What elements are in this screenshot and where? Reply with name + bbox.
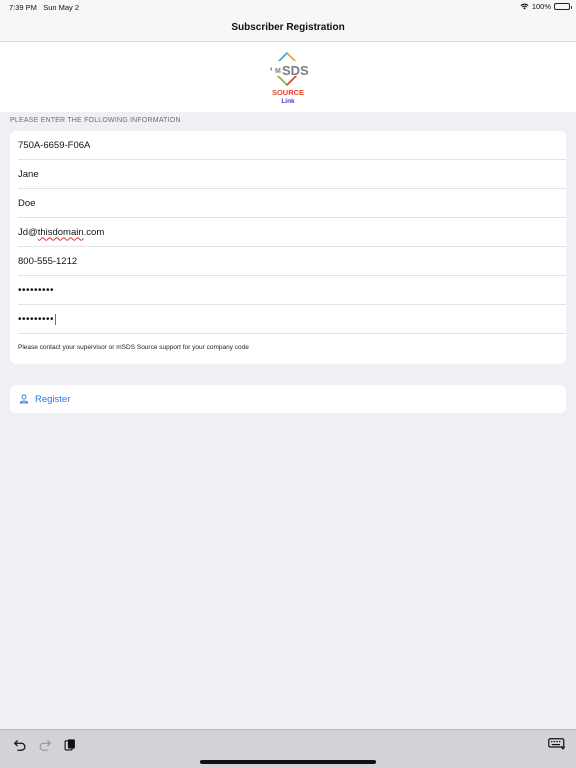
logo-m: M bbox=[275, 68, 281, 75]
page-title: Subscriber Registration bbox=[231, 22, 345, 33]
home-indicator bbox=[200, 760, 376, 764]
confirm-password-field[interactable]: ••••••••• bbox=[18, 305, 566, 334]
status-bar: 7:39 PM Sun May 2 100% bbox=[0, 0, 576, 14]
keyboard-dismiss-icon[interactable] bbox=[548, 737, 566, 751]
battery-percent: 100% bbox=[531, 2, 551, 11]
last-name-field[interactable]: Doe bbox=[18, 189, 566, 218]
logo-link: Link bbox=[281, 98, 295, 105]
paste-icon[interactable] bbox=[63, 738, 77, 752]
status-time: 7:39 PM bbox=[9, 3, 37, 12]
register-label: Register bbox=[35, 393, 71, 405]
register-button[interactable]: Register bbox=[10, 385, 566, 413]
status-time-date: 7:39 PM Sun May 2 bbox=[9, 3, 79, 12]
first-name-field[interactable]: Jane bbox=[18, 160, 566, 189]
last-name-value: Doe bbox=[18, 197, 36, 209]
redo-icon[interactable] bbox=[38, 738, 52, 752]
email-field[interactable]: Jd@thisdomain.com bbox=[18, 218, 566, 247]
section-header: PLEASE ENTER THE FOLLOWING INFORMATION bbox=[10, 117, 181, 124]
password-value: ••••••••• bbox=[18, 284, 55, 296]
status-date: Sun May 2 bbox=[43, 3, 80, 12]
status-right: 100% bbox=[520, 2, 572, 11]
company-code-value: 750A-6659-F06A bbox=[18, 139, 91, 151]
phone-field[interactable]: 800-555-1212 bbox=[18, 247, 566, 276]
confirm-password-value: ••••••••• bbox=[18, 313, 55, 325]
company-code-hint: Please contact your supervisor or mSDS S… bbox=[18, 344, 249, 351]
email-prefix: Jd@ bbox=[18, 226, 38, 238]
undo-icon[interactable] bbox=[13, 738, 27, 752]
registration-form: 750A-6659-F06A Jane Doe Jd@thisdomain.co… bbox=[10, 131, 566, 364]
text-cursor bbox=[55, 313, 57, 325]
first-name-value: Jane bbox=[18, 168, 39, 180]
msds-source-logo: M SDS SOURCE Link bbox=[269, 51, 312, 105]
email-domain: thisdomain bbox=[37, 226, 84, 238]
person-icon bbox=[19, 394, 29, 404]
logo-source: SOURCE bbox=[272, 88, 304, 97]
logo-area: M SDS SOURCE Link bbox=[0, 42, 576, 112]
battery-icon bbox=[554, 3, 572, 10]
wifi-icon bbox=[520, 3, 529, 10]
company-code-field[interactable]: 750A-6659-F06A bbox=[18, 131, 566, 160]
phone-value: 800-555-1212 bbox=[18, 255, 78, 267]
password-field[interactable]: ••••••••• bbox=[18, 276, 566, 305]
email-value: Jd@thisdomain.com bbox=[18, 227, 104, 238]
nav-bar: Subscriber Registration bbox=[0, 14, 576, 42]
logo-sds: SDS bbox=[282, 63, 309, 78]
email-suffix: .com bbox=[83, 226, 105, 238]
